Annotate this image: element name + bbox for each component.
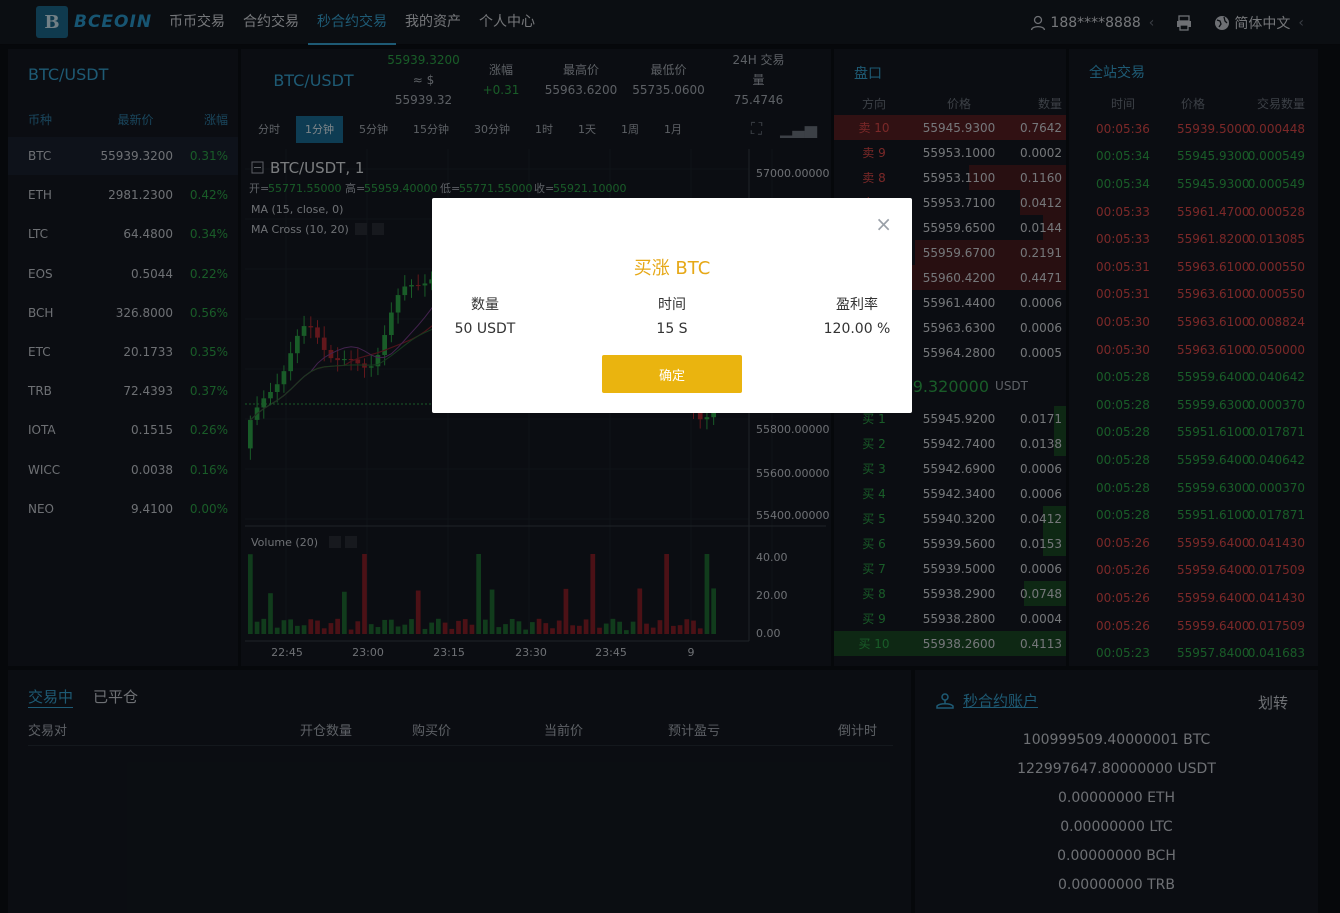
modal-time-label: 时间 [658,297,686,313]
modal-rate: 盈利率 120.00 % [812,293,902,341]
buy-up-modal: × 买涨 BTC 数量 50 USDT 时间 15 S 盈利率 120.00 %… [432,198,912,413]
modal-time: 时间 15 S [622,293,722,341]
close-icon[interactable]: × [875,214,892,234]
modal-rate-value: 120.00 % [823,321,891,337]
modal-qty-value: 50 USDT [454,321,516,337]
modal-rate-label: 盈利率 [836,297,878,313]
modal-title: 买涨 BTC [633,258,711,279]
modal-qty-label: 数量 [471,297,499,313]
modal-time-value: 15 S [656,321,688,337]
modal-qty: 数量 50 USDT [432,293,538,341]
confirm-button[interactable]: 确定 [602,355,742,393]
modal-overlay[interactable] [0,0,1340,913]
